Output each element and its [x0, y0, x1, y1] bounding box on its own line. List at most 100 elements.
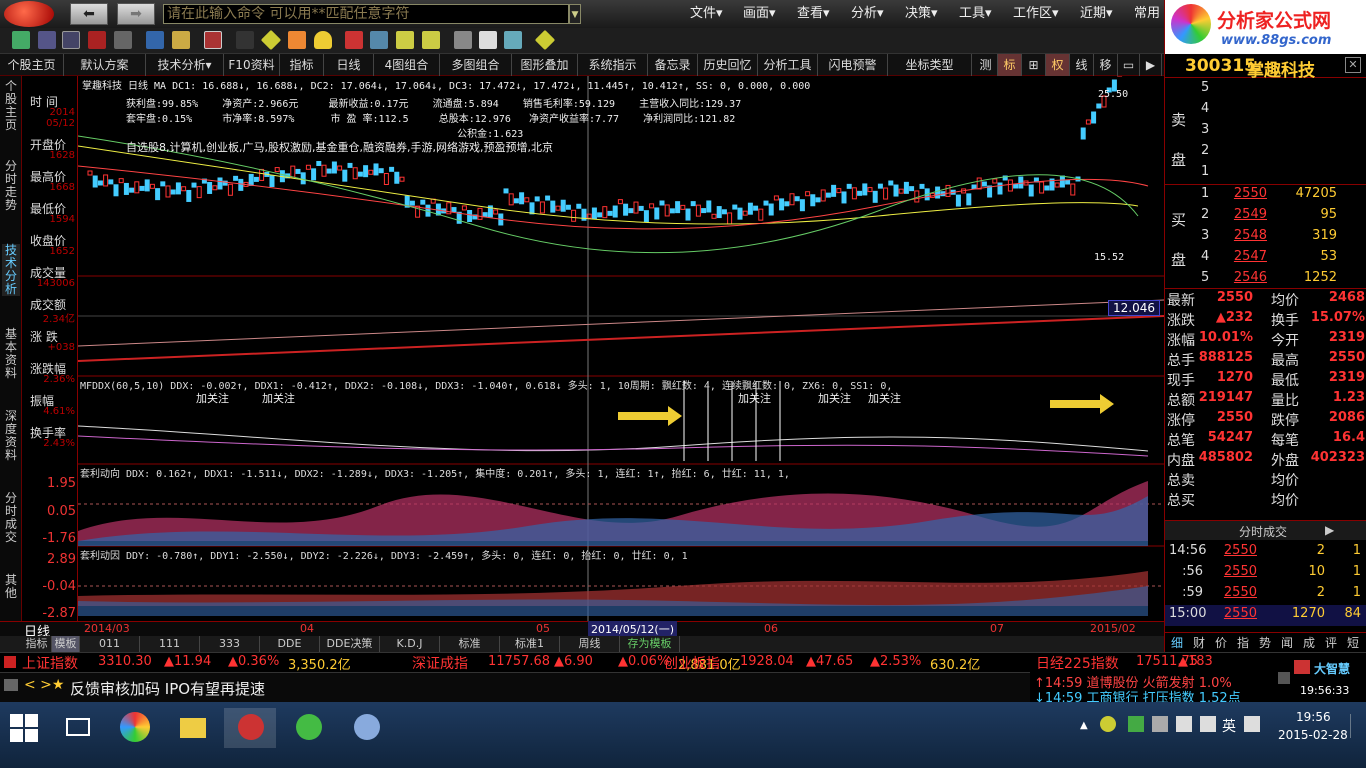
right-tab[interactable]: 评	[1321, 634, 1341, 651]
vtab-tech-analysis[interactable]: 技术分析	[2, 244, 20, 296]
pin-icon[interactable]	[479, 31, 497, 49]
grid-icon[interactable]	[62, 31, 80, 49]
tab-memo[interactable]: 备忘录	[648, 54, 698, 76]
btab-dde[interactable]: DDE	[260, 636, 320, 652]
tab-tech-analysis[interactable]: 技术分析▾	[146, 54, 224, 76]
tab-4chart[interactable]: 4图组合	[374, 54, 440, 76]
index-name[interactable]: 日经225指数	[1036, 653, 1119, 673]
app-badge-icon[interactable]	[1294, 660, 1310, 674]
tab-flash-alert[interactable]: 闪电预警	[818, 54, 888, 76]
menu-common[interactable]: 常用	[1134, 0, 1160, 28]
btab-indicator[interactable]: 指标	[22, 636, 52, 652]
right-tab[interactable]: 指	[1233, 634, 1253, 651]
news-nav-icon[interactable]: < >★	[24, 677, 64, 693]
tab-axis-type[interactable]: 坐标类型	[888, 54, 972, 76]
file-explorer-icon[interactable]	[166, 708, 218, 748]
menu-recent[interactable]: 近期▾	[1080, 0, 1113, 28]
right-tab[interactable]: 闻	[1277, 634, 1297, 651]
btab-template[interactable]: 模板	[52, 636, 80, 652]
back-button[interactable]: ⬅	[70, 3, 108, 25]
btab-save-template[interactable]: 存为模板	[620, 636, 680, 652]
menu-workspace[interactable]: 工作区▾	[1013, 0, 1059, 28]
app-logo-icon[interactable]	[4, 1, 54, 27]
tray-plus-icon[interactable]	[1100, 716, 1116, 732]
taskbar-time[interactable]: 19:56	[1296, 710, 1331, 724]
buy-price[interactable]: 2548	[1217, 228, 1267, 243]
menu-analysis[interactable]: 分析▾	[851, 0, 884, 28]
tray-shield-icon[interactable]	[1128, 716, 1144, 732]
layout-icon[interactable]	[454, 31, 472, 49]
tab-measure[interactable]: 测	[974, 54, 998, 76]
vtab-stock-home[interactable]: 个股主页	[2, 80, 20, 132]
btab-standard1[interactable]: 标准1	[500, 636, 560, 652]
index-name[interactable]: 创业板指	[664, 653, 720, 673]
tab-rights[interactable]: 权	[1046, 54, 1070, 76]
menu-tools[interactable]: 工具▾	[959, 0, 992, 28]
vtab-basic-info[interactable]: 基本资料	[2, 328, 20, 380]
vtab-tick-trades[interactable]: 分时成交	[2, 492, 20, 544]
rsi-icon[interactable]	[88, 31, 106, 49]
tab-f10[interactable]: F10资料	[224, 54, 280, 76]
folder-icon[interactable]	[12, 31, 30, 49]
tab-system-signal[interactable]: 系统指示	[578, 54, 648, 76]
right-tab[interactable]: 细	[1167, 634, 1187, 651]
tray-keyboard-icon[interactable]	[1244, 716, 1260, 732]
show-desktop-button[interactable]	[1350, 714, 1358, 738]
tab-default-scheme[interactable]: 默认方案	[64, 54, 146, 76]
ruler-icon[interactable]	[396, 31, 414, 49]
tab-mark[interactable]: 标	[998, 54, 1022, 76]
cross-cursor-icon[interactable]	[146, 31, 164, 49]
close-icon[interactable]: ✕	[1345, 57, 1361, 73]
tab-history[interactable]: 历史回忆	[698, 54, 758, 76]
btab-333[interactable]: 333	[200, 636, 260, 652]
dzh-app-icon[interactable]	[224, 708, 276, 748]
windows-start-icon[interactable]	[10, 714, 38, 742]
kline-chart-area[interactable]: 掌趣科技 日线 MA DC1: 16.688↓, 16.688↓, DC2: 1…	[78, 76, 1164, 621]
forward-button[interactable]: ➡	[117, 3, 155, 25]
trend-icon[interactable]	[504, 31, 522, 49]
paint-icon[interactable]	[340, 708, 392, 748]
buy-price[interactable]: 2550	[1217, 186, 1267, 201]
task-view-icon[interactable]	[52, 708, 104, 748]
command-dropdown-icon[interactable]: ▼	[569, 4, 581, 24]
draw-icon[interactable]	[345, 31, 363, 49]
settings-icon[interactable]	[1278, 672, 1290, 684]
vtab-deep-info[interactable]: 深度资料	[2, 410, 20, 462]
btab-111[interactable]: 111	[140, 636, 200, 652]
tab-indicator[interactable]: 指标	[280, 54, 324, 76]
btab-dde-decision[interactable]: DDE决策	[320, 636, 380, 652]
btab-011[interactable]: 011	[80, 636, 140, 652]
tab-overlay[interactable]: 图形叠加	[512, 54, 578, 76]
right-tab[interactable]: 短	[1343, 634, 1363, 651]
chart-icon[interactable]	[38, 31, 56, 49]
chart-canvas[interactable]	[78, 76, 1164, 621]
vtab-other[interactable]: 其他	[2, 574, 20, 600]
calc-icon[interactable]	[114, 31, 132, 49]
right-tab[interactable]: 势	[1255, 634, 1275, 651]
panel-toggle-icon[interactable]: ▶	[1140, 54, 1162, 76]
tab-daily[interactable]: 日线	[324, 54, 374, 76]
buy-price[interactable]: 2546	[1217, 270, 1267, 285]
info-icon[interactable]	[288, 31, 306, 49]
mail-icon[interactable]	[4, 679, 18, 691]
tray-volume-icon[interactable]	[1200, 716, 1216, 732]
btab-standard[interactable]: 标准	[440, 636, 500, 652]
tray-display-icon[interactable]	[1152, 716, 1168, 732]
btab-weekly[interactable]: 周线	[560, 636, 620, 652]
browser-icon[interactable]	[282, 708, 334, 748]
menu-view-screen[interactable]: 画面▾	[743, 0, 776, 28]
window-restore-icon[interactable]: ▭	[1118, 54, 1140, 76]
angle-icon[interactable]	[422, 31, 440, 49]
menu-file[interactable]: 文件▾	[690, 0, 723, 28]
ticks-expand-icon[interactable]: ▶	[1325, 523, 1334, 537]
index-name[interactable]: 上证指数	[22, 653, 78, 673]
tab-multichart[interactable]: 多图组合	[440, 54, 512, 76]
index-name[interactable]: 深证成指	[412, 653, 468, 673]
pause-icon[interactable]	[236, 31, 254, 49]
news-headline[interactable]: 反馈审核加码 IPO有望再提速	[70, 678, 265, 699]
menu-decision[interactable]: 决策▾	[905, 0, 938, 28]
tab-stock-home[interactable]: 个股主页	[0, 54, 64, 76]
diamond-icon[interactable]	[260, 29, 282, 51]
tab-move[interactable]: 移	[1094, 54, 1118, 76]
tab-analysis-tools[interactable]: 分析工具	[758, 54, 818, 76]
